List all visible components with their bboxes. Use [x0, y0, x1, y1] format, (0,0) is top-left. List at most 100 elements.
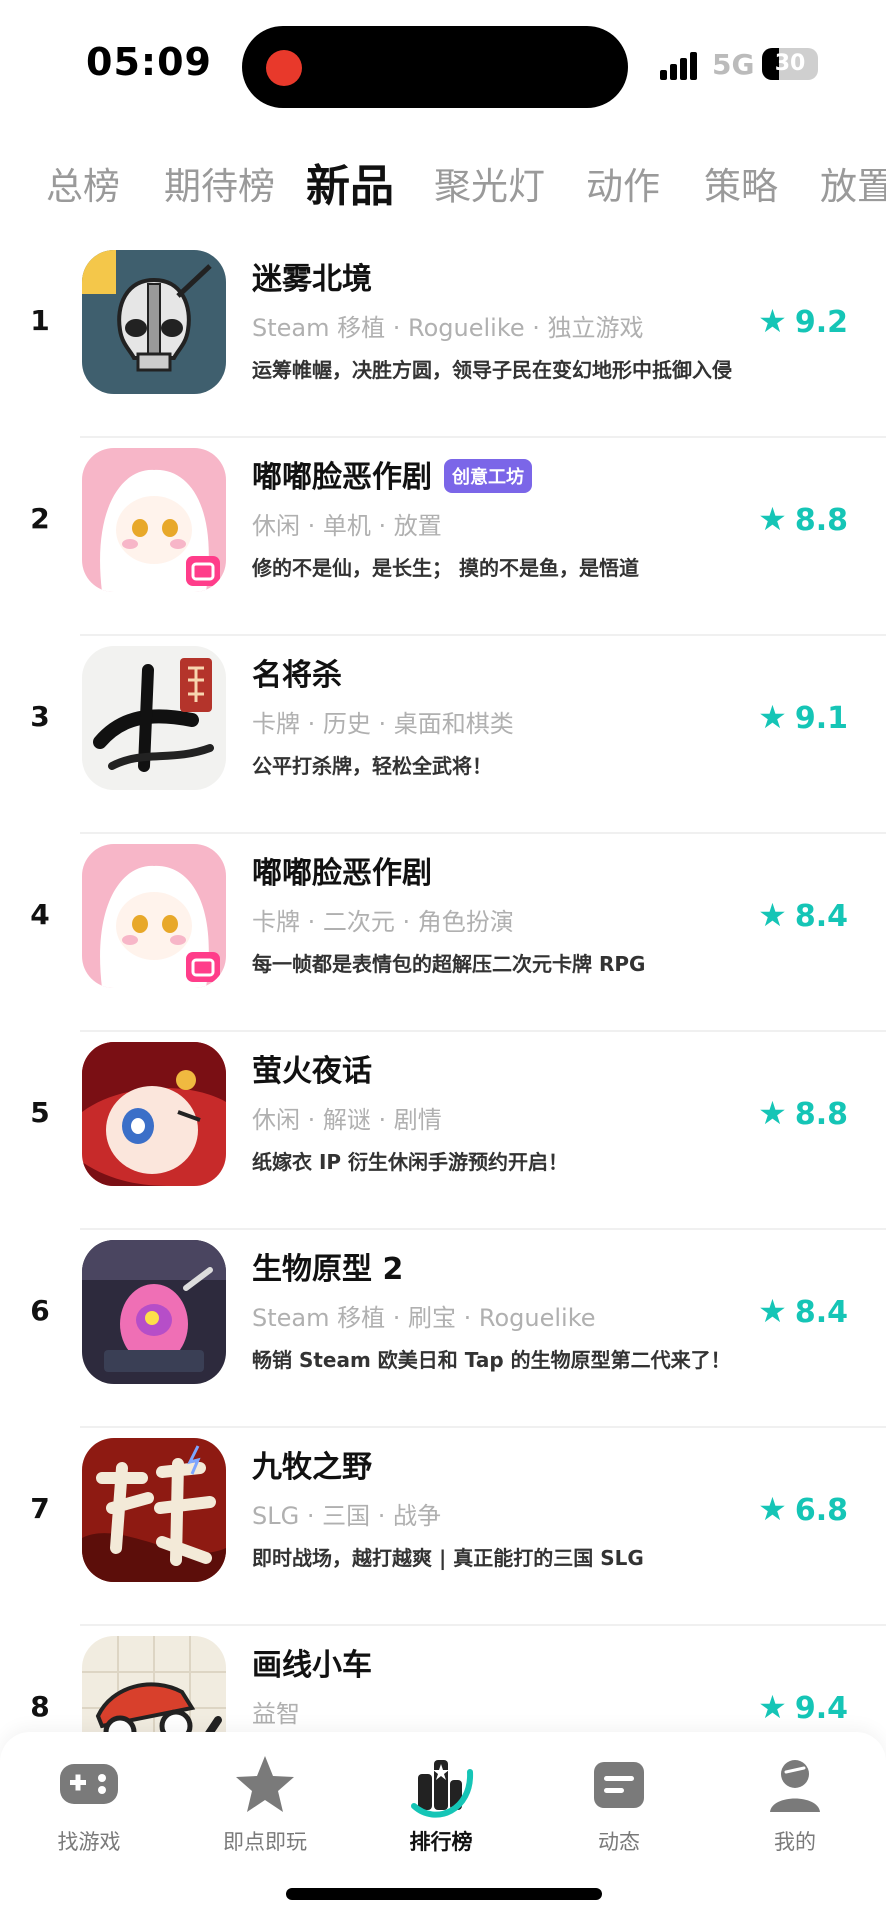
home-indicator[interactable]: [286, 1888, 602, 1900]
star-icon: ★: [758, 698, 787, 736]
rating-value: 8.8: [794, 503, 848, 538]
nav-feed[interactable]: 动态: [544, 1750, 694, 1856]
nav-label: 我的: [774, 1830, 816, 1854]
tab-new[interactable]: 新品: [306, 150, 394, 210]
tab-anticipated[interactable]: 期待榜: [164, 156, 275, 210]
game-title: 九牧之野: [252, 1442, 372, 1486]
rank-number: 6: [30, 1294, 50, 1327]
game-description: 公平打杀牌，轻松全武将！: [252, 754, 492, 778]
game-tags: 卡牌 · 二次元 · 角色扮演: [252, 908, 514, 936]
nav-label: 排行榜: [409, 1830, 473, 1854]
bride-girl-icon[interactable]: [82, 1042, 226, 1186]
rating-value: 9.4: [794, 1691, 848, 1726]
rank-number: 3: [30, 700, 50, 733]
game-name: 画线小车: [252, 1648, 372, 1683]
category-tabs: 总榜 期待榜 新品 聚光灯 动作 策略 放置: [0, 150, 886, 210]
tab-action[interactable]: 动作: [586, 156, 660, 210]
game-title: 画线小车: [252, 1640, 372, 1684]
game-tags: 卡牌 · 历史 · 桌面和棋类: [252, 710, 514, 738]
clock: 05:09: [86, 40, 212, 84]
nav-label: 找游戏: [57, 1830, 121, 1854]
game-row[interactable]: 5 萤火夜话 休闲 · 解谜 · 剧情 纸嫁衣 IP 衍生休闲手游预约开启！ ★…: [0, 1032, 886, 1230]
nav-profile[interactable]: 我的: [720, 1750, 870, 1856]
rating: ★ 8.4: [758, 1292, 848, 1330]
rank-number: 5: [30, 1096, 50, 1129]
anime-girl-icon[interactable]: [82, 448, 226, 592]
tab-overall[interactable]: 总榜: [46, 156, 120, 210]
star-icon: ★: [758, 1292, 787, 1330]
game-name: 名将杀: [252, 658, 342, 693]
rating: ★ 8.8: [758, 1094, 848, 1132]
lab-creature-icon[interactable]: [82, 1240, 226, 1384]
signal-icon: [660, 52, 704, 80]
game-tags: 益智: [252, 1700, 300, 1728]
star-icon: ★: [758, 896, 787, 934]
game-tags: 休闲 · 单机 · 放置: [252, 512, 442, 540]
game-description: 运筹帷幄，决胜方圆，领导子民在变幻地形中抵御入侵: [252, 358, 732, 382]
rating-value: 6.8: [794, 1493, 848, 1528]
game-description: 纸嫁衣 IP 衍生休闲手游预约开启！: [252, 1150, 569, 1174]
game-description: 畅销 Steam 欧美日和 Tap 的生物原型第二代来了！: [252, 1348, 731, 1372]
game-name: 迷雾北境: [252, 262, 372, 297]
star-icon: [230, 1750, 300, 1820]
skull-knight-icon[interactable]: [82, 250, 226, 394]
rank-number: 7: [30, 1492, 50, 1525]
rank-number: 4: [30, 898, 50, 931]
gamepad-icon: [54, 1750, 124, 1820]
ranking-icon: [406, 1750, 476, 1820]
tab-spotlight[interactable]: 聚光灯: [434, 156, 545, 210]
game-row[interactable]: 2 嘟嘟脸恶作剧 创意工坊 休闲 · 单机 · 放置 修的不是仙，是长生； 摸的不…: [0, 438, 886, 636]
nav-label: 即点即玩: [223, 1830, 307, 1854]
rating: ★ 8.8: [758, 500, 848, 538]
rank-number: 1: [30, 304, 50, 337]
red-calligraphy-icon[interactable]: [82, 1438, 226, 1582]
game-row[interactable]: 6 生物原型 2 Steam 移植 · 刷宝 · Roguelike 畅销 St…: [0, 1230, 886, 1428]
game-row[interactable]: 7 九牧之野 SLG · 三国 · 战争 即时战场，越打越爽 | 真正能打的三国…: [0, 1428, 886, 1626]
star-icon: ★: [758, 302, 787, 340]
rating-value: 8.4: [794, 899, 848, 934]
game-title: 嘟嘟脸恶作剧 创意工坊: [252, 452, 532, 496]
network-label: 5G: [712, 48, 755, 81]
rating: ★ 9.1: [758, 698, 848, 736]
game-tags: Steam 移植 · 刷宝 · Roguelike: [252, 1304, 596, 1332]
game-row[interactable]: 3 名将杀 卡牌 · 历史 · 桌面和棋类 公平打杀牌，轻松全武将！ ★ 9.1: [0, 636, 886, 834]
game-name: 生物原型 2: [252, 1252, 404, 1287]
anime-girl-icon[interactable]: [82, 844, 226, 988]
tab-idle[interactable]: 放置: [820, 156, 886, 210]
nav-instant-play[interactable]: 即点即玩: [190, 1750, 340, 1856]
rating-value: 9.1: [794, 701, 848, 736]
star-icon: ★: [758, 500, 787, 538]
battery-level: 30: [774, 51, 806, 76]
rating-value: 8.8: [794, 1097, 848, 1132]
star-icon: ★: [758, 1094, 787, 1132]
rank-number: 2: [30, 502, 50, 535]
game-row[interactable]: 1 迷雾北境 Steam 移植 · Roguelike · 独立游戏 运筹帷幄，…: [0, 240, 886, 438]
game-row[interactable]: 4 嘟嘟脸恶作剧 卡牌 · 二次元 · 角色扮演 每一帧都是表情包的超解压二次元…: [0, 834, 886, 1032]
game-name: 嘟嘟脸恶作剧: [252, 460, 432, 495]
recording-indicator-icon: [266, 50, 302, 86]
game-title: 生物原型 2: [252, 1244, 403, 1288]
rating-value: 9.2: [794, 305, 848, 340]
game-tags: 休闲 · 解谜 · 剧情: [252, 1106, 442, 1134]
tab-new-label: 新品: [306, 161, 394, 210]
game-tags: SLG · 三国 · 战争: [252, 1502, 441, 1530]
game-description: 修的不是仙，是长生； 摸的不是鱼，是悟道: [252, 556, 639, 580]
calligraphy-icon[interactable]: [82, 646, 226, 790]
dynamic-island: [242, 26, 628, 108]
game-tags: Steam 移植 · Roguelike · 独立游戏: [252, 314, 644, 342]
game-name: 萤火夜话: [252, 1054, 372, 1089]
nav-ranking[interactable]: 排行榜: [366, 1750, 516, 1856]
profile-icon: [760, 1750, 830, 1820]
star-icon: ★: [758, 1490, 787, 1528]
nav-find-games[interactable]: 找游戏: [14, 1750, 164, 1856]
nav-label: 动态: [598, 1830, 640, 1854]
status-bar: 05:09 5G 30: [0, 0, 886, 120]
game-description: 每一帧都是表情包的超解压二次元卡牌 RPG: [252, 952, 646, 976]
rating-value: 8.4: [794, 1295, 848, 1330]
tab-strategy[interactable]: 策略: [704, 156, 778, 210]
game-description: 即时战场，越打越爽 | 真正能打的三国 SLG: [252, 1546, 644, 1570]
feed-icon: [584, 1750, 654, 1820]
game-name: 嘟嘟脸恶作剧: [252, 856, 432, 891]
game-title: 名将杀: [252, 650, 342, 694]
rank-number: 8: [30, 1690, 50, 1723]
